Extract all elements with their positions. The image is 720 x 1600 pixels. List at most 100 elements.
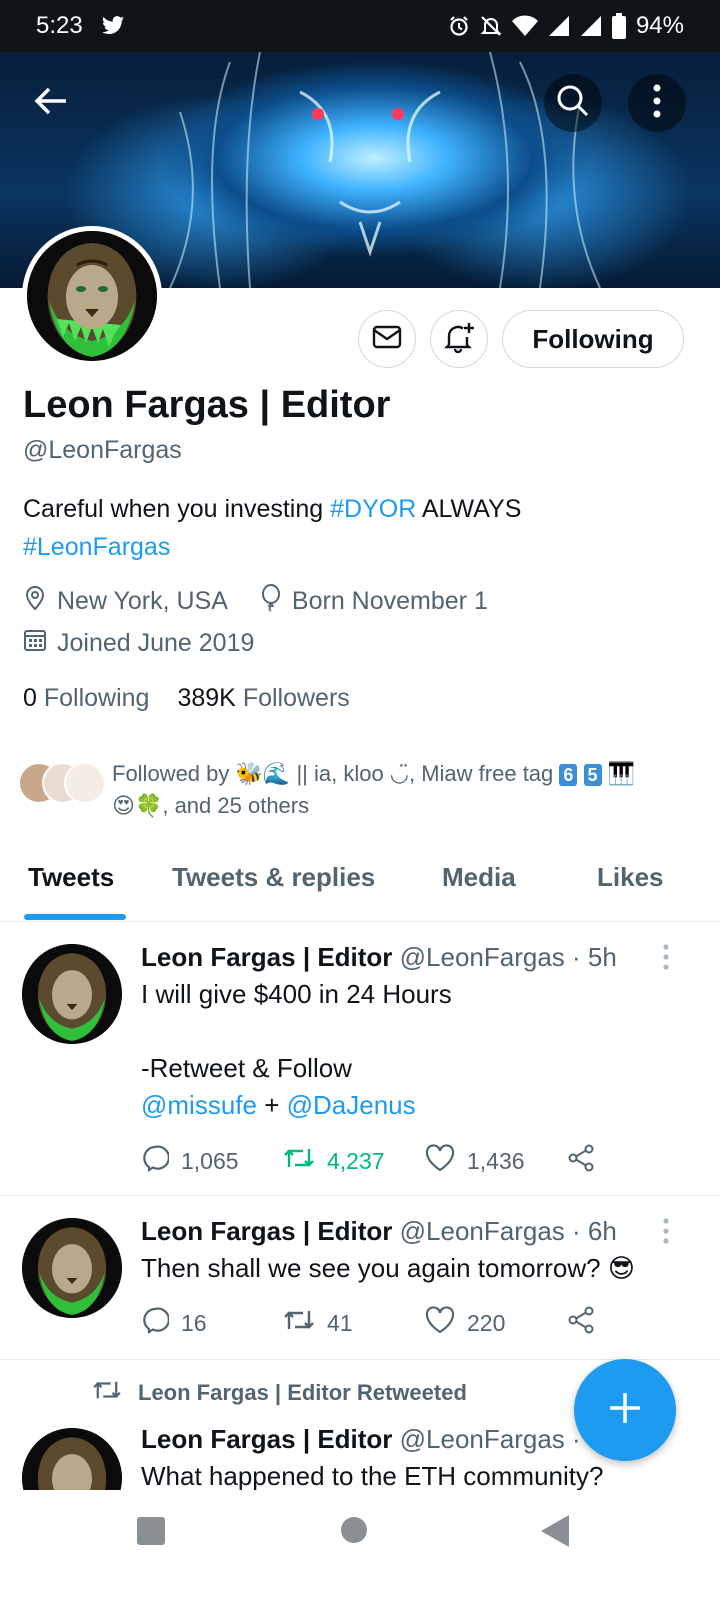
tweet-actions: 16 41 220 [141, 1306, 595, 1340]
message-button[interactable] [358, 310, 416, 368]
battery-icon [611, 13, 626, 39]
search-icon [556, 84, 590, 123]
tweet[interactable]: Leon Fargas | Editor @LeonFargas · 6h Th… [0, 1196, 720, 1360]
heart-icon [425, 1306, 455, 1340]
tweet-text: What happened to the ETH community? [141, 1461, 604, 1490]
plus-icon [607, 1390, 643, 1431]
share-button[interactable] [567, 1306, 595, 1340]
triangle-back-icon [540, 1515, 570, 1552]
tweet-more-button[interactable] [662, 1218, 676, 1249]
like-button[interactable]: 220 [425, 1306, 567, 1340]
calendar-icon [23, 628, 47, 659]
status-bar: 5:23 94% [0, 0, 720, 52]
profile-avatar[interactable] [22, 226, 162, 366]
like-button[interactable]: 1,436 [425, 1144, 567, 1178]
heart-icon [425, 1144, 455, 1178]
twitter-bird-icon [101, 16, 125, 36]
mention-link[interactable]: @missufe [141, 1090, 257, 1120]
wave-emoji-icon: 🌊 [262, 761, 291, 786]
keycap-badge: 6 [559, 764, 578, 786]
balloon-icon [260, 584, 282, 619]
following-count-link[interactable]: 0 Following [23, 684, 149, 713]
compose-tweet-button[interactable] [574, 1359, 676, 1461]
tweet-author-handle: @LeonFargas [399, 1424, 565, 1454]
recents-button[interactable] [136, 1516, 166, 1551]
square-icon [136, 1517, 166, 1550]
heart-eyes-emoji-icon: 😍 [112, 793, 135, 818]
notifications-button[interactable] [430, 310, 488, 368]
wifi-icon [511, 15, 538, 37]
status-time: 5:23 [36, 12, 83, 39]
more-vertical-icon [652, 84, 662, 123]
hashtag-link[interactable]: #LeonFargas [23, 533, 170, 561]
arrow-left-icon [34, 86, 68, 121]
tweet-text: I will give $400 in 24 Hours -Retweet & … [141, 979, 452, 1120]
search-button[interactable] [544, 74, 602, 132]
share-icon [567, 1144, 595, 1178]
tweet[interactable]: Leon Fargas | Editor @LeonFargas · 5h I … [0, 922, 720, 1196]
retweet-icon [92, 1378, 122, 1408]
like-count: 1,436 [467, 1147, 525, 1174]
tweet-actions: 1,065 4,237 1,436 [141, 1144, 595, 1178]
following-label: Following [43, 684, 150, 712]
clover-emoji-icon: 🍀 [134, 793, 163, 818]
tab-tweets[interactable]: Tweets [28, 862, 114, 893]
tweet-avatar[interactable] [22, 1428, 122, 1490]
followers-count: 389K [177, 684, 236, 712]
location-pin-icon [23, 585, 47, 618]
bee-emoji-icon: 🐝 [235, 761, 263, 786]
retweet-count: 4,237 [327, 1147, 385, 1174]
active-tab-indicator [24, 914, 126, 920]
retweeted-by-row: Leon Fargas | Editor Retweeted [92, 1378, 467, 1408]
mention-link[interactable]: @DaJenus [287, 1090, 416, 1120]
retweet-button[interactable]: 4,237 [283, 1145, 425, 1177]
tab-tweets-replies[interactable]: Tweets & replies [172, 862, 375, 893]
profile-name: Leon Fargas | Editor [23, 384, 391, 426]
home-button[interactable] [340, 1516, 368, 1549]
envelope-icon [372, 325, 402, 354]
avatar [64, 762, 106, 804]
tab-likes[interactable]: Likes [597, 862, 664, 893]
tweet-avatar[interactable] [22, 944, 122, 1044]
profile-joined: Joined June 2019 [57, 629, 255, 657]
keycap-badge: 5 [583, 764, 602, 786]
sunglasses-emoji-icon: 😎 [607, 1253, 635, 1283]
tweet-header: Leon Fargas | Editor @LeonFargas · 6h [141, 1216, 617, 1247]
tab-media[interactable]: Media [442, 862, 516, 893]
tweet-avatar[interactable] [22, 1218, 122, 1318]
tweet-header: Leon Fargas | Editor @LeonFargas · 5h [141, 942, 617, 973]
system-navigation-bar [0, 1490, 720, 1600]
notifications-off-icon [480, 15, 502, 37]
tweet-author-handle: @LeonFargas [399, 1216, 565, 1246]
tweet-text: Then shall we see you again tomorrow? 😎 [141, 1253, 635, 1283]
more-options-button[interactable] [628, 74, 686, 132]
more-vertical-icon [662, 944, 670, 974]
retweet-icon [283, 1145, 315, 1177]
followers-label: Followers [242, 684, 350, 712]
tweet-author-handle: @LeonFargas [399, 942, 565, 972]
followers-count-link[interactable]: 389K Followers [177, 684, 349, 713]
tweet-header: Leon Fargas | Editor @LeonFargas · [141, 1424, 581, 1455]
profile-meta-row: New York, USA Born November 1 [23, 584, 488, 619]
retweet-button[interactable]: 41 [283, 1307, 425, 1339]
alarm-icon [448, 15, 470, 37]
bio-text: Careful when you investing [23, 495, 331, 523]
share-button[interactable] [567, 1144, 595, 1178]
lion-avatar-image [22, 1218, 122, 1318]
share-icon [567, 1306, 595, 1340]
back-nav-button[interactable] [540, 1514, 570, 1553]
followed-by-row[interactable]: Followed by 🐝🌊 || ia, kloo ◡̈, Miaw free… [18, 758, 708, 822]
reply-button[interactable]: 16 [141, 1306, 283, 1340]
following-button[interactable]: Following [502, 310, 684, 368]
tweet-more-button[interactable] [662, 944, 676, 975]
followed-by-avatars [18, 758, 108, 808]
lion-avatar-image [22, 1428, 122, 1490]
circle-icon [340, 1517, 368, 1548]
profile-handle: @LeonFargas [23, 436, 182, 464]
back-button[interactable] [22, 74, 80, 132]
tweet-time: · 6h [564, 1216, 617, 1246]
reply-button[interactable]: 1,065 [141, 1144, 283, 1178]
bell-plus-icon [443, 321, 475, 358]
hashtag-link[interactable]: #DYOR [330, 495, 416, 523]
profile-location: New York, USA [57, 587, 228, 615]
